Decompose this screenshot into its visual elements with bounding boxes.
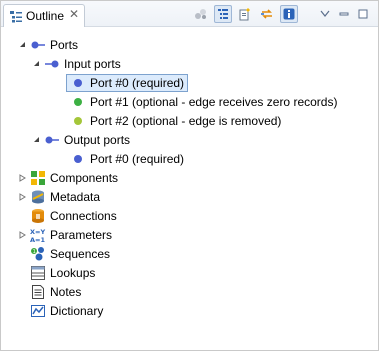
tree-node-input-port-2[interactable]: Port #2 (optional - edge is removed) <box>70 111 281 130</box>
new-icon[interactable] <box>236 5 254 23</box>
filter-icon[interactable] <box>192 5 210 23</box>
required-port-icon <box>70 75 86 91</box>
tree-node-notes[interactable]: Notes <box>30 282 81 301</box>
sequences-icon: 1 <box>30 246 46 262</box>
expanded-twisty-icon[interactable] <box>31 130 41 149</box>
minimize-icon[interactable] <box>335 5 353 23</box>
collapsed-twisty-icon[interactable] <box>17 168 27 187</box>
input-port-icon <box>44 56 60 72</box>
tree-node-output-port-0[interactable]: Port #0 (required) <box>70 149 184 168</box>
notes-icon <box>30 284 46 300</box>
tree-node-connections[interactable]: Connections <box>30 206 117 225</box>
svg-text:X=Y: X=Y <box>30 228 45 236</box>
tree-node-dictionary[interactable]: Dictionary <box>30 301 103 320</box>
tree-node-input-port-1[interactable]: Port #1 (optional - edge receives zero r… <box>70 92 337 111</box>
tree-label: Port #2 (optional - edge is removed) <box>90 113 282 128</box>
tree-label: Metadata <box>50 189 101 204</box>
tree-label: Output ports <box>64 132 131 147</box>
tree-label: Input ports <box>64 56 121 71</box>
output-port-icon <box>44 132 60 148</box>
tree-label: Port #1 (optional - edge receives zero r… <box>90 94 338 109</box>
tree-node-input-ports[interactable]: Input ports <box>31 54 121 73</box>
tree-label: Parameters <box>50 227 113 242</box>
connections-icon <box>30 208 46 224</box>
tree-label: Notes <box>50 284 82 299</box>
close-icon[interactable]: ✕ <box>69 7 79 21</box>
tree-node-output-ports[interactable]: Output ports <box>31 130 130 149</box>
required-port-icon <box>70 151 86 167</box>
selection-highlight[interactable]: Port #0 (required) <box>66 73 189 92</box>
outline-view: Outline ✕ Ports Input ports Port #0 (req… <box>0 0 379 351</box>
sync-icon[interactable] <box>258 5 276 23</box>
optional-port-icon <box>70 94 86 110</box>
svg-text:1: 1 <box>33 249 36 255</box>
tab-bar: Outline ✕ <box>1 1 378 27</box>
tree-node-input-port-0[interactable]: Port #0 (required) <box>66 73 189 92</box>
svg-text:A=1: A=1 <box>30 236 45 243</box>
tree-label: Port #0 (required) <box>90 75 185 90</box>
info-icon[interactable] <box>280 5 298 23</box>
expanded-twisty-icon[interactable] <box>17 35 27 54</box>
outline-icon <box>9 10 23 27</box>
components-icon <box>30 170 46 186</box>
ports-icon <box>30 37 46 53</box>
hierarchy-icon[interactable] <box>214 5 232 23</box>
lookups-icon <box>30 265 46 281</box>
tab-label: Outline <box>26 9 65 23</box>
maximize-icon[interactable] <box>354 5 372 23</box>
metadata-icon <box>30 189 46 205</box>
tree-label: Components <box>50 170 119 185</box>
tree-label: Dictionary <box>50 303 104 318</box>
tree-node-sequences[interactable]: 1 Sequences <box>30 244 110 263</box>
view-menu-icon[interactable] <box>316 5 334 23</box>
tree-node-ports[interactable]: Ports <box>17 35 78 54</box>
tab-outline[interactable]: Outline ✕ <box>3 4 85 27</box>
tree-label: Sequences <box>50 246 111 261</box>
collapsed-twisty-icon[interactable] <box>17 187 27 206</box>
parameters-icon: X=Y A=1 <box>30 227 46 243</box>
tree-label: Connections <box>50 208 117 223</box>
tree-label: Port #0 (required) <box>90 151 185 166</box>
tree-label: Ports <box>50 37 79 52</box>
collapsed-twisty-icon[interactable] <box>17 225 27 244</box>
expanded-twisty-icon[interactable] <box>31 54 41 73</box>
dictionary-icon <box>30 303 46 319</box>
tree-node-parameters[interactable]: X=Y A=1 Parameters <box>17 225 112 244</box>
tree-label: Lookups <box>50 265 96 280</box>
tree-node-components[interactable]: Components <box>17 168 118 187</box>
tree-node-lookups[interactable]: Lookups <box>30 263 95 282</box>
tree-node-metadata[interactable]: Metadata <box>17 187 100 206</box>
optional-removed-port-icon <box>70 113 86 129</box>
